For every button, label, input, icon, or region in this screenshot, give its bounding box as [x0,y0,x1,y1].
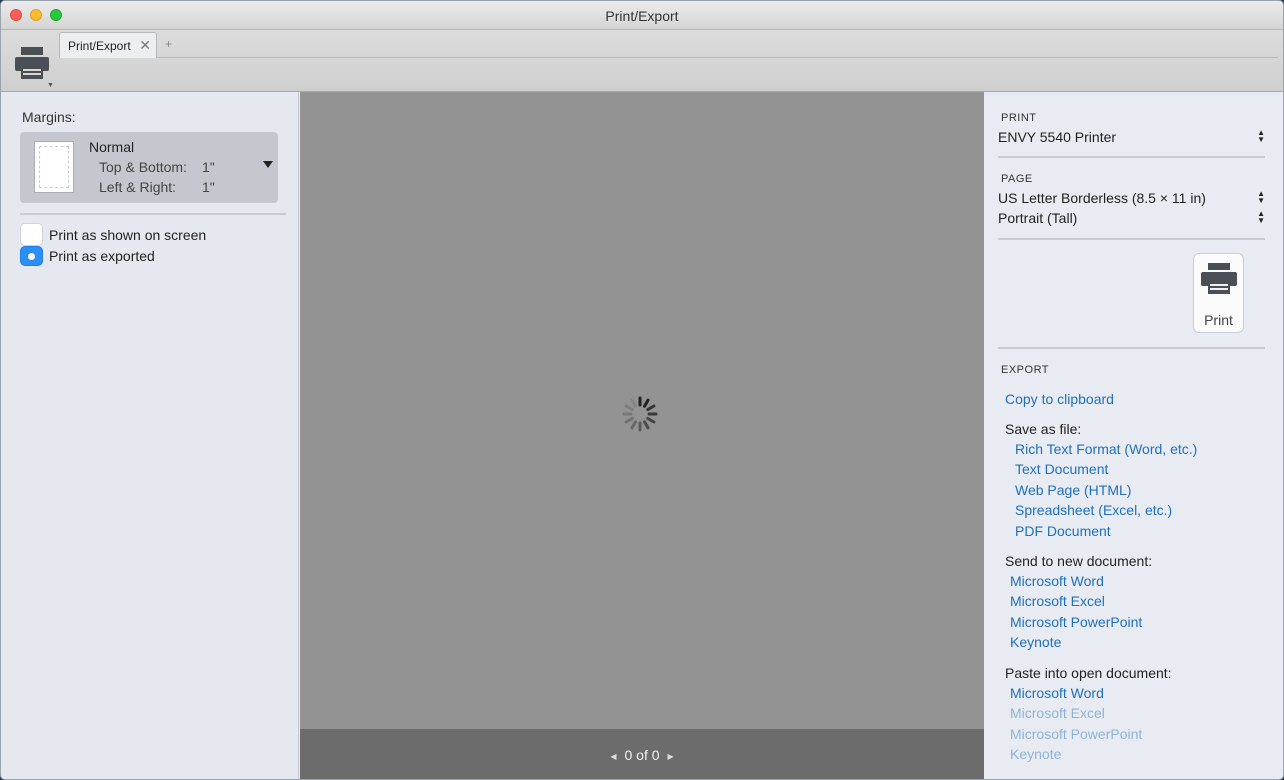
divider [998,238,1265,240]
paste-excel-link: Microsoft Excel [1010,705,1105,721]
chevron-down-icon[interactable]: ▼ [47,82,54,89]
print-export-window: Print/Export ▼ Print/Export ✕ + Margins:… [0,0,1284,780]
paste-into-open-heading: Paste into open document: [1005,665,1172,681]
save-spreadsheet-link[interactable]: Spreadsheet (Excel, etc.) [1015,502,1172,518]
paste-powerpoint-link: Microsoft PowerPoint [1010,726,1143,742]
page-section-heading: PAGE [1001,173,1033,185]
divider [998,156,1265,158]
toolbar: ▼ Print/Export ✕ + [1,30,1283,92]
tab-strip-divider [156,57,1278,58]
paste-keynote-link: Keynote [1010,746,1062,762]
print-button-label: Print [1204,312,1233,328]
option-label: Print as exported [49,248,155,264]
chevron-down-icon [263,161,273,168]
radio-button[interactable] [20,223,43,246]
tab-label: Print/Export [68,39,131,53]
close-icon[interactable]: ✕ [139,37,151,54]
divider [20,213,286,215]
next-page-icon[interactable]: ▶ [668,752,674,761]
copy-to-clipboard-link[interactable]: Copy to clipboard [1005,391,1114,407]
window-title: Print/Export [605,8,679,24]
orientation-select[interactable]: Portrait (Tall) ▲ ▼ [998,209,1265,227]
save-pdf-link[interactable]: PDF Document [1015,523,1111,539]
paste-word-link[interactable]: Microsoft Word [1010,685,1104,701]
save-rtf-link[interactable]: Rich Text Format (Word, etc.) [1015,441,1197,457]
paper-size-select[interactable]: US Letter Borderless (8.5 × 11 in) ▲ ▼ [998,189,1265,207]
radio-button-selected[interactable] [20,246,43,266]
send-excel-link[interactable]: Microsoft Excel [1010,593,1105,609]
export-section-heading: EXPORT [1001,364,1050,376]
option-print-as-exported[interactable]: Print as exported [20,246,155,266]
left-right-value: 1" [202,179,215,195]
page-indicator: 0 of 0 [624,747,660,763]
left-panel: Margins: Normal Top & Bottom: 1" Left & … [1,92,299,779]
margins-label: Margins: [22,109,76,125]
tab-print-export[interactable]: Print/Export ✕ [59,32,157,58]
printer-icon[interactable] [13,45,51,87]
up-down-arrows-icon: ▲ ▼ [1257,128,1265,144]
page-navigator: ◀ 0 of 0 ▶ [300,729,984,779]
save-as-file-heading: Save as file: [1005,421,1082,437]
save-html-link[interactable]: Web Page (HTML) [1015,482,1131,498]
loading-spinner-icon [622,396,658,432]
send-powerpoint-link[interactable]: Microsoft PowerPoint [1010,614,1142,630]
add-tab-icon[interactable]: + [165,37,172,51]
print-section-heading: PRINT [1001,112,1037,124]
paper-size-value: US Letter Borderless (8.5 × 11 in) [998,190,1206,206]
top-bottom-value: 1" [202,159,215,175]
margin-preset-name: Normal [89,139,135,155]
page-thumbnail-icon [34,141,74,193]
left-right-label: Left & Right: [99,179,177,195]
send-keynote-link[interactable]: Keynote [1010,634,1061,650]
preview-area: ◀ 0 of 0 ▶ [300,92,984,779]
printer-value: ENVY 5540 Printer [998,129,1117,145]
divider [998,347,1265,349]
option-label: Print as shown on screen [49,226,207,243]
margins-dropdown[interactable]: Normal Top & Bottom: 1" Left & Right: 1" [20,132,278,203]
option-print-as-shown[interactable]: Print as shown on screen [20,223,206,246]
up-down-arrows-icon: ▲ ▼ [1257,209,1265,225]
orientation-value: Portrait (Tall) [998,210,1078,226]
up-down-arrows-icon: ▲ ▼ [1257,189,1265,205]
top-bottom-label: Top & Bottom: [99,159,187,175]
send-word-link[interactable]: Microsoft Word [1010,573,1104,589]
print-button[interactable]: Print [1193,253,1244,333]
right-panel: PRINT ENVY 5540 Printer ▲ ▼ PAGE US Lette… [985,92,1283,779]
title-bar: Print/Export [1,1,1283,30]
previous-page-icon[interactable]: ◀ [610,752,616,761]
send-to-new-heading: Send to new document: [1005,553,1153,569]
printer-select[interactable]: ENVY 5540 Printer ▲ ▼ [998,128,1265,146]
save-text-link[interactable]: Text Document [1015,461,1108,477]
printer-icon [1201,263,1237,294]
page-navigator-row: ◀ 0 of 0 ▶ [300,747,984,763]
